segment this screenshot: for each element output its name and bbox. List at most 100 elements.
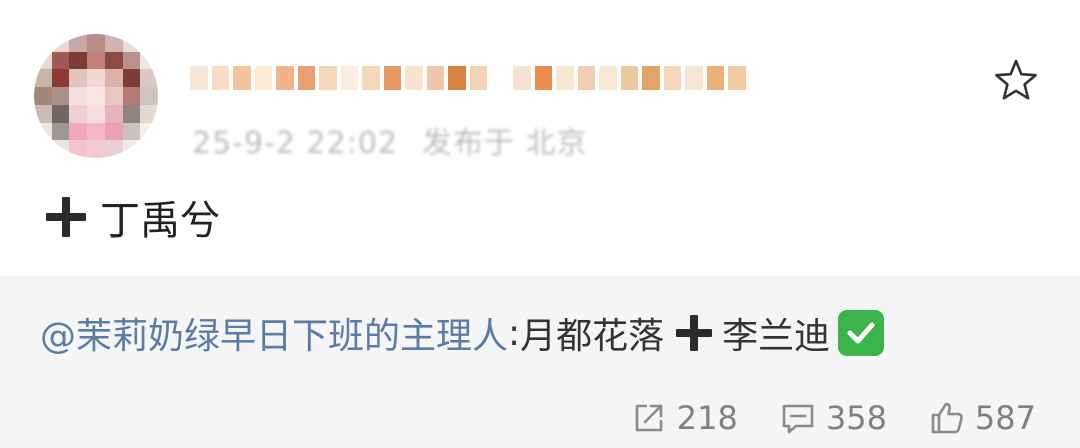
favorite-button[interactable]: [992, 56, 1040, 104]
username-pixel: [577, 66, 596, 90]
heavy-plus-icon: [676, 315, 713, 351]
username-pixel: [599, 66, 617, 90]
post-time: 25-9-2 22:02: [192, 126, 398, 161]
username-pixel: [190, 66, 208, 90]
avatar-pixel: [87, 104, 105, 123]
avatar-pixel: [87, 51, 105, 70]
post-card: 25-9-2 22:02 发布于 北京 丁禹兮: [0, 0, 1080, 276]
share-arrow-icon: [635, 404, 663, 432]
avatar-pixel: [51, 87, 70, 105]
repost-content: @茉莉奶绿早日下班的主理人: 月都花落 李兰迪: [40, 306, 885, 360]
avatar-pixel: [69, 69, 88, 88]
avatar-pixel: [69, 87, 88, 105]
avatar-pixel: [122, 140, 141, 158]
avatar-pixel: [34, 140, 52, 158]
username-pixel: [383, 66, 402, 90]
avatar-pixel: [69, 140, 88, 158]
avatar-pixel: [51, 34, 70, 52]
username-pixel: [512, 66, 531, 90]
username-pixel: [340, 66, 359, 90]
username-pixel: [362, 66, 380, 90]
avatar-pixel: [69, 34, 88, 52]
username-pixel: [405, 66, 423, 90]
username-blurred[interactable]: [190, 50, 750, 106]
post-content: 丁禹兮: [46, 190, 220, 244]
avatar-pixel: [140, 140, 158, 158]
avatar-pixel: [51, 104, 70, 123]
username-pixel: [233, 66, 251, 90]
avatar-pixel: [104, 69, 123, 88]
avatar-pixel: [51, 140, 70, 158]
username-pixel: [728, 66, 746, 90]
green-check-box-icon: [838, 310, 885, 356]
like-button[interactable]: 587: [929, 399, 1036, 437]
avatar-pixel: [104, 122, 123, 141]
username-pixel: [620, 66, 639, 90]
avatar-pixel: [87, 87, 105, 105]
username-pixel: [276, 66, 294, 90]
avatar-pixel: [140, 34, 158, 52]
avatar-pixel: [104, 51, 123, 70]
repost-separator: :: [508, 312, 521, 354]
avatar-pixel: [140, 51, 158, 70]
comment-count: 358: [825, 399, 887, 437]
avatar-pixel: [34, 34, 52, 52]
username-pixel: [706, 66, 725, 90]
action-bar: 218 358 587: [631, 394, 1080, 442]
repost-section[interactable]: @茉莉奶绿早日下班的主理人: 月都花落 李兰迪 218 358 587: [0, 276, 1080, 448]
share-count: 218: [676, 399, 738, 437]
username-pixel: [211, 66, 230, 90]
avatar-pixel: [87, 140, 105, 158]
comment-bubble-icon: [782, 404, 814, 434]
avatar[interactable]: [34, 34, 158, 158]
repost-text-before: 月都花落: [520, 316, 665, 357]
avatar-pixel: [140, 87, 158, 105]
post-text: 丁禹兮: [100, 198, 220, 244]
share-button[interactable]: 218: [631, 399, 738, 437]
avatar-pixel: [122, 69, 141, 88]
heavy-plus-icon: [46, 197, 86, 237]
avatar-pixel: [122, 34, 141, 52]
avatar-pixel: [34, 104, 52, 123]
avatar-pixel: [87, 34, 105, 52]
avatar-pixel: [51, 122, 70, 141]
avatar-pixel: [122, 87, 141, 105]
username-pixel: [556, 66, 574, 90]
username-pixel: [685, 66, 703, 90]
post-meta: 25-9-2 22:02 发布于 北京: [192, 118, 588, 161]
avatar-pixel: [122, 104, 141, 123]
avatar-pixel: [51, 69, 70, 88]
username-pixel: [534, 66, 553, 90]
username-pixel: [491, 66, 509, 90]
thumbs-up-icon: [931, 402, 963, 434]
avatar-pixel: [34, 87, 52, 105]
avatar-pixel: [51, 51, 70, 70]
comment-button[interactable]: 358: [780, 399, 887, 437]
avatar-pixel: [140, 122, 158, 141]
username-pixel: [642, 66, 660, 90]
username-pixel: [469, 66, 488, 90]
avatar-pixel: [87, 69, 105, 88]
avatar-pixel: [34, 122, 52, 141]
avatar-pixel: [104, 140, 123, 158]
username-pixel: [426, 66, 445, 90]
avatar-pixel: [87, 122, 105, 141]
avatar-pixel: [69, 51, 88, 70]
avatar-pixel: [140, 69, 158, 88]
avatar-pixel: [69, 122, 88, 141]
repost-text-after: 李兰迪: [722, 316, 831, 357]
avatar-pixel: [104, 87, 123, 105]
avatar-pixel: [34, 51, 52, 70]
avatar-pixel: [69, 104, 88, 123]
mention-link[interactable]: @茉莉奶绿早日下班的主理人: [40, 307, 508, 359]
like-count: 587: [974, 399, 1036, 437]
avatar-pixel: [140, 104, 158, 123]
username-pixel: [297, 66, 316, 90]
username-pixel: [254, 66, 273, 90]
username-pixel: [448, 66, 466, 90]
avatar-pixel: [122, 122, 141, 141]
post-location: 发布于 北京: [422, 126, 588, 161]
avatar-pixel: [104, 34, 123, 52]
avatar-pixel: [34, 69, 52, 88]
avatar-pixel: [104, 104, 123, 123]
